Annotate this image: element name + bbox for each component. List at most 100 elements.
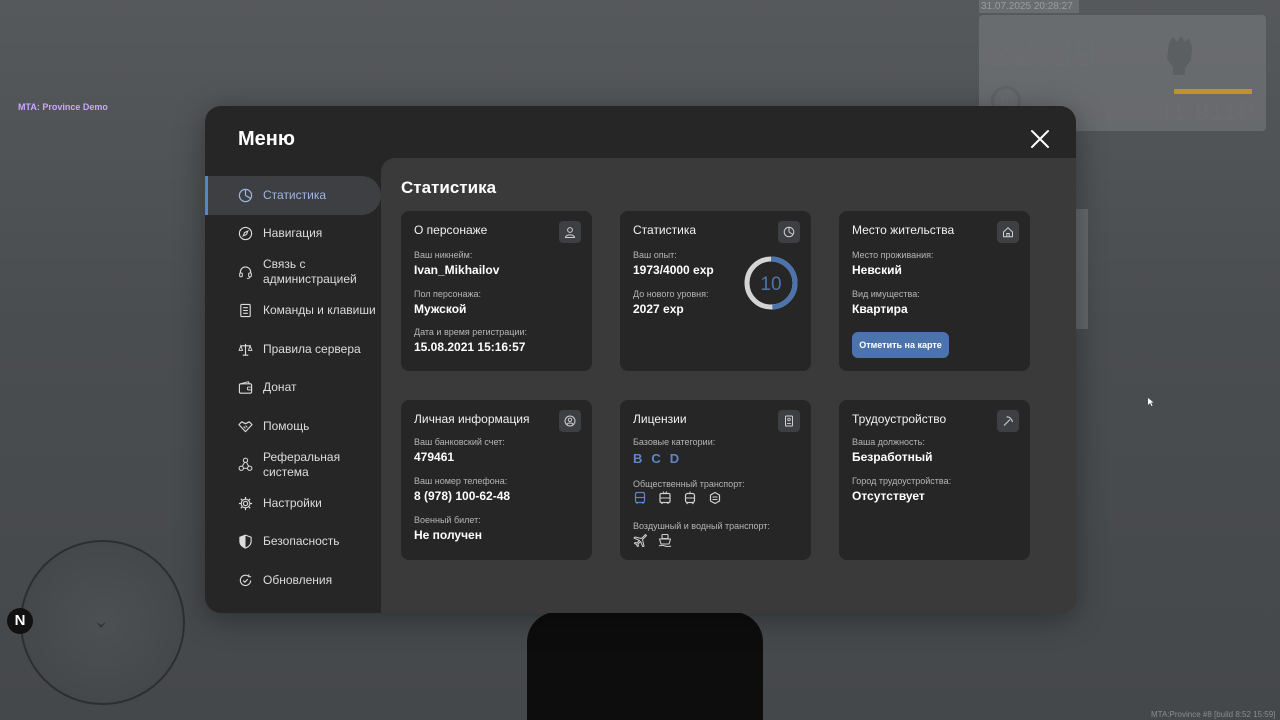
shield-icon (239, 534, 252, 549)
mark-on-map-button[interactable]: Отметить на карте (852, 332, 949, 358)
sidebar-item-commands[interactable]: Команды и клавиши (205, 292, 381, 331)
property-value: Квартира (852, 302, 908, 316)
residence-card: Место жительства Место проживания: Невск… (839, 211, 1030, 371)
employment-city-value: Отсутствует (852, 489, 925, 503)
sidebar-item-navigation[interactable]: Навигация (205, 215, 381, 254)
hud-money-bar (1174, 89, 1252, 94)
document-icon (240, 304, 251, 318)
registration-label: Дата и время регистрации: (414, 327, 527, 337)
minimap-north-marker: N (7, 608, 33, 634)
air-water-transport-label: Воздушный и водный транспорт: (633, 521, 770, 531)
user-circle-icon (564, 415, 576, 427)
hud-clock: 22:39 (990, 29, 1098, 75)
license-category-b: B (633, 451, 643, 466)
military-id-label: Военный билет: (414, 515, 481, 525)
sidebar-item-label: Настройки (263, 495, 322, 510)
place-value: Невский (852, 263, 902, 277)
menu-window: Меню Статистика Навигация Связь с админи… (205, 106, 1076, 613)
airplane-icon (633, 534, 647, 547)
registration-value: 15.08.2021 15:16:57 (414, 340, 526, 354)
content-title: Статистика (401, 178, 497, 197)
sidebar-item-admin-contact[interactable]: Связь с администрацией (205, 253, 381, 292)
gender-value: Мужской (414, 302, 467, 316)
bank-account-label: Ваш банковский счет: (414, 437, 505, 447)
sidebar-item-donate[interactable]: Донат (205, 369, 381, 408)
server-label: MTA: Province Demo (18, 102, 108, 112)
card-title: О персонаже (414, 223, 488, 237)
card-icon-box (997, 410, 1019, 432)
timestamp: 31.07.2025 20:28:27 (979, 0, 1079, 13)
nickname-label: Ваш никнейм: (414, 250, 473, 260)
metro-icon (709, 491, 721, 505)
card-title: Лицензии (633, 412, 687, 426)
license-category-d: D (669, 451, 680, 466)
sidebar-item-label: Правила сервера (263, 341, 361, 356)
menu-title: Меню (238, 128, 295, 150)
card-icon-box (559, 410, 581, 432)
employment-card: Трудоустройство Ваша должность: Безработ… (839, 400, 1030, 560)
card-title: Трудоустройство (852, 412, 947, 426)
player-arrow-icon (96, 622, 106, 628)
place-label: Место проживания: (852, 250, 934, 260)
personal-info-card: Личная информация Ваш банковский счет: 4… (401, 400, 592, 560)
next-level-label: До нового уровня: (633, 289, 709, 299)
public-transport-label: Общественный транспорт: (633, 479, 745, 489)
sidebar-item-label: Помощь (263, 418, 310, 433)
sidebar-item-updates[interactable]: Обновления (205, 561, 381, 600)
phone-value: 8 (978) 100-62-48 (414, 489, 511, 503)
sidebar-item-label: Команды и клавиши (263, 303, 376, 318)
sidebar-item-referral[interactable]: Реферальная система (205, 446, 381, 485)
air-water-transport-icons (633, 533, 672, 547)
handshake-icon (238, 421, 253, 432)
bank-account-value: 479461 (414, 450, 455, 464)
exp-value: 1973/4000 exp (633, 263, 714, 277)
tram-icon (684, 491, 696, 505)
refresh-check-icon (239, 574, 252, 586)
level-gauge: 10 (744, 256, 798, 310)
card-title: Личная информация (414, 412, 530, 426)
sidebar-item-label: Статистика (263, 187, 327, 202)
sidebar-item-statistics[interactable]: Статистика (205, 176, 381, 215)
card-icon-box (778, 221, 800, 243)
close-icon[interactable] (1029, 128, 1051, 150)
player-silhouette (527, 612, 763, 720)
boat-icon (658, 533, 672, 547)
sidebar-item-label: Донат (263, 380, 297, 395)
sidebar-item-label: Безопасность (263, 534, 340, 549)
employment-city-label: Город трудоустройства: (852, 476, 952, 486)
background-panel (1076, 209, 1088, 329)
sidebar: Статистика Навигация Связь с администрац… (205, 176, 381, 600)
position-label: Ваша должность: (852, 437, 925, 447)
sidebar-item-help[interactable]: Помощь (205, 407, 381, 446)
sidebar-item-rules[interactable]: Правила сервера (205, 330, 381, 369)
trolleybus-icon (659, 491, 671, 504)
sidebar-item-security[interactable]: Безопасность (205, 523, 381, 562)
license-card-icon (785, 415, 793, 427)
stats-card: Статистика Ваш опыт: 1973/4000 exp До но… (620, 211, 811, 371)
sidebar-item-settings[interactable]: Настройки (205, 484, 381, 523)
base-categories: B C D (633, 451, 679, 466)
card-icon-box (778, 410, 800, 432)
pie-chart-icon (238, 188, 253, 202)
gauge-level-text: 10 (760, 274, 781, 295)
bus-icon (634, 491, 646, 504)
build-label: MTA:Province #8 [build 8:52 15:59] (1151, 710, 1276, 719)
content-panel: Статистика О персонаже Ваш никнейм: Ivan… (381, 158, 1076, 613)
wallet-icon (238, 381, 253, 394)
sidebar-item-label: Навигация (263, 226, 323, 241)
sidebar-item-label: Связь с администрацией (263, 257, 357, 287)
hud-money: 41 911₽ (1157, 98, 1255, 126)
phone-label: Ваш номер телефона: (414, 476, 508, 486)
fist-icon (1167, 36, 1192, 75)
compass-icon (238, 227, 253, 241)
nickname-value: Ivan_Mikhailov (414, 263, 500, 277)
gear-icon (238, 496, 253, 510)
public-transport-icons (633, 491, 722, 505)
scales-icon (238, 343, 253, 356)
gender-label: Пол персонажа: (414, 289, 482, 299)
headset-icon (239, 266, 252, 279)
network-icon (238, 457, 253, 472)
mouse-cursor-icon (1148, 398, 1154, 406)
pickaxe-icon (1003, 416, 1014, 426)
card-title: Статистика (633, 223, 697, 237)
